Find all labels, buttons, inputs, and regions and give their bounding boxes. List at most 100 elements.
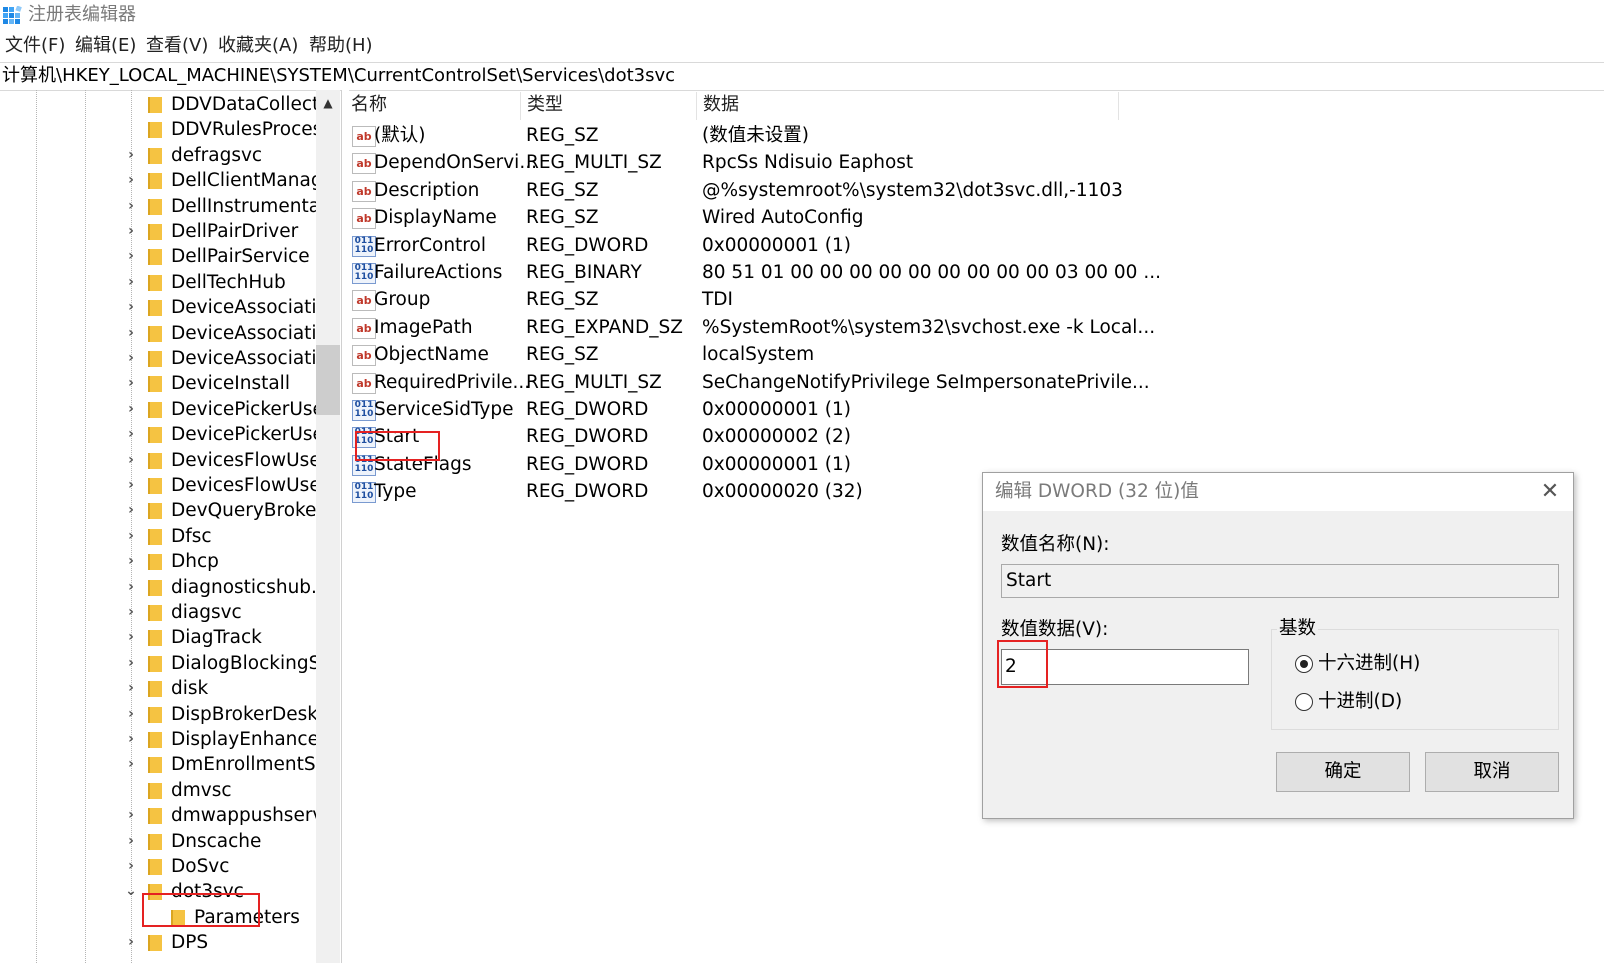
tree-item[interactable]: › defragsvc: [0, 143, 316, 168]
chevron-right-icon[interactable]: ›: [124, 321, 138, 346]
value-row[interactable]: ab ObjectName REG_SZ localSystem: [348, 341, 1148, 368]
hex-radio[interactable]: [1295, 655, 1313, 673]
column-header-name[interactable]: 名称: [351, 93, 387, 117]
column-separator[interactable]: [1118, 92, 1119, 120]
menu-view[interactable]: 查看(V): [146, 34, 208, 58]
menu-favorites[interactable]: 收藏夹(A): [218, 34, 298, 58]
tree-item[interactable]: › DevicesFlowUser: [0, 473, 316, 498]
cancel-button[interactable]: 取消: [1425, 752, 1559, 792]
chevron-right-icon[interactable]: ›: [124, 600, 138, 625]
value-row[interactable]: ab RequiredPrivile... REG_MULTI_SZ SeChange…: [348, 369, 1150, 396]
chevron-right-icon[interactable]: ›: [124, 727, 138, 752]
chevron-right-icon[interactable]: ›: [124, 397, 138, 422]
chevron-right-icon[interactable]: ›: [124, 575, 138, 600]
chevron-right-icon[interactable]: ›: [124, 143, 138, 168]
chevron-right-icon[interactable]: ›: [124, 829, 138, 854]
chevron-right-icon[interactable]: ›: [124, 498, 138, 523]
chevron-right-icon[interactable]: ›: [124, 930, 138, 955]
column-header-type[interactable]: 类型: [527, 93, 563, 117]
value-row[interactable]: 011 110 FailureActions REG_BINARY 80 51 01 …: [348, 259, 1161, 286]
chevron-right-icon[interactable]: ›: [124, 803, 138, 828]
tree-item[interactable]: › DPS: [0, 930, 316, 955]
hex-radio-label[interactable]: 十六进制(H): [1318, 652, 1420, 676]
tree-item[interactable]: › DevicePickerUse: [0, 397, 316, 422]
tree-item[interactable]: DDVDataCollect: [0, 92, 316, 117]
tree-item[interactable]: › DialogBlockingS: [0, 651, 316, 676]
key-tree[interactable]: DDVDataCollect DDVRulesProces › defragsvc › D…: [0, 90, 316, 963]
chevron-right-icon[interactable]: ›: [124, 549, 138, 574]
ok-button[interactable]: 确定: [1276, 752, 1410, 792]
value-row[interactable]: ab ImagePath REG_EXPAND_SZ %SystemRoot%\sys…: [348, 314, 1155, 341]
tree-item[interactable]: › DellInstrumentat: [0, 194, 316, 219]
chevron-right-icon[interactable]: ›: [124, 854, 138, 879]
chevron-right-icon[interactable]: ›: [124, 524, 138, 549]
chevron-right-icon[interactable]: ›: [124, 371, 138, 396]
column-separator[interactable]: [520, 92, 521, 120]
menu-file[interactable]: 文件(F): [5, 34, 65, 58]
chevron-right-icon[interactable]: ›: [124, 422, 138, 447]
tree-item[interactable]: › DevQueryBroker: [0, 498, 316, 523]
menu-edit[interactable]: 编辑(E): [75, 34, 136, 58]
chevron-right-icon[interactable]: ›: [124, 702, 138, 727]
chevron-right-icon[interactable]: ›: [124, 448, 138, 473]
value-row[interactable]: 011 110 ServiceSidType REG_DWORD 0x00000001…: [348, 396, 1148, 423]
chevron-right-icon[interactable]: ›: [124, 219, 138, 244]
tree-item[interactable]: › DellClientManag: [0, 168, 316, 193]
chevron-right-icon[interactable]: ›: [124, 194, 138, 219]
chevron-right-icon[interactable]: ›: [124, 752, 138, 777]
scroll-up-arrow-icon[interactable]: ▲: [316, 93, 340, 113]
value-row[interactable]: 011 110 ErrorControl REG_DWORD 0x00000001 (…: [348, 232, 1148, 259]
tree-item[interactable]: DDVRulesProces: [0, 117, 316, 142]
tree-item[interactable]: › Dfsc: [0, 524, 316, 549]
tree-item[interactable]: › Dhcp: [0, 549, 316, 574]
decimal-radio[interactable]: [1295, 693, 1313, 711]
value-row[interactable]: ab Description REG_SZ @%systemroot%\system3…: [348, 177, 1148, 204]
tree-item[interactable]: › DiagTrack: [0, 625, 316, 650]
chevron-right-icon[interactable]: ›: [124, 168, 138, 193]
tree-item[interactable]: › DevicesFlowUser: [0, 448, 316, 473]
value-row[interactable]: ab DependOnServi... REG_MULTI_SZ RpcSs Ndis…: [348, 149, 1148, 176]
column-separator[interactable]: [696, 92, 697, 120]
chevron-right-icon[interactable]: ›: [124, 244, 138, 269]
value-row[interactable]: ab Group REG_SZ TDI: [348, 286, 1148, 313]
value-row[interactable]: ab (默认) REG_SZ (数值未设置): [348, 122, 1148, 149]
tree-item[interactable]: › DeviceInstall: [0, 371, 316, 396]
tree-item[interactable]: › DellTechHub: [0, 270, 316, 295]
chevron-right-icon[interactable]: ›: [124, 295, 138, 320]
tree-item[interactable]: › DeviceAssociatic: [0, 321, 316, 346]
tree-item-label: DispBrokerDeskt: [171, 703, 316, 725]
tree-item[interactable]: › diagnosticshub.s: [0, 575, 316, 600]
value-data: SeChangeNotifyPrivilege SeImpersonatePri…: [702, 371, 1150, 393]
tree-item[interactable]: dmvsc: [0, 778, 316, 803]
tree-item[interactable]: › diagsvc: [0, 600, 316, 625]
tree-item[interactable]: › DeviceAssociatic: [0, 295, 316, 320]
column-header-data[interactable]: 数据: [703, 93, 739, 117]
value-row[interactable]: 011 110 Start REG_DWORD 0x00000002 (2): [348, 423, 1148, 450]
folder-icon: [148, 173, 162, 190]
chevron-right-icon[interactable]: ›: [124, 270, 138, 295]
tree-scrollbar-thumb[interactable]: [316, 345, 340, 415]
menu-help[interactable]: 帮助(H): [309, 34, 373, 58]
tree-scrollbar[interactable]: [316, 90, 340, 963]
chevron-down-icon[interactable]: ⌄: [124, 879, 138, 904]
tree-item[interactable]: › Dnscache: [0, 829, 316, 854]
tree-item[interactable]: › DmEnrollmentSv: [0, 752, 316, 777]
decimal-radio-label[interactable]: 十进制(D): [1318, 690, 1402, 714]
address-bar[interactable]: 计算机\HKEY_LOCAL_MACHINE\SYSTEM\CurrentCon…: [0, 62, 1604, 91]
chevron-right-icon[interactable]: ›: [124, 346, 138, 371]
tree-item[interactable]: › DispBrokerDeskt: [0, 702, 316, 727]
chevron-right-icon[interactable]: ›: [124, 473, 138, 498]
chevron-right-icon[interactable]: ›: [124, 651, 138, 676]
chevron-right-icon[interactable]: ›: [124, 625, 138, 650]
tree-item[interactable]: › DeviceAssociatic: [0, 346, 316, 371]
tree-item[interactable]: › DellPairDriver: [0, 219, 316, 244]
tree-item[interactable]: › DisplayEnhancer: [0, 727, 316, 752]
chevron-right-icon[interactable]: ›: [124, 676, 138, 701]
close-icon[interactable]: ✕: [1536, 478, 1564, 506]
value-row[interactable]: ab DisplayName REG_SZ Wired AutoConfig: [348, 204, 1148, 231]
tree-item[interactable]: › DellPairService: [0, 244, 316, 269]
tree-item[interactable]: › dmwappushserv: [0, 803, 316, 828]
tree-item[interactable]: › DoSvc: [0, 854, 316, 879]
tree-item[interactable]: › disk: [0, 676, 316, 701]
tree-item[interactable]: › DevicePickerUse: [0, 422, 316, 447]
